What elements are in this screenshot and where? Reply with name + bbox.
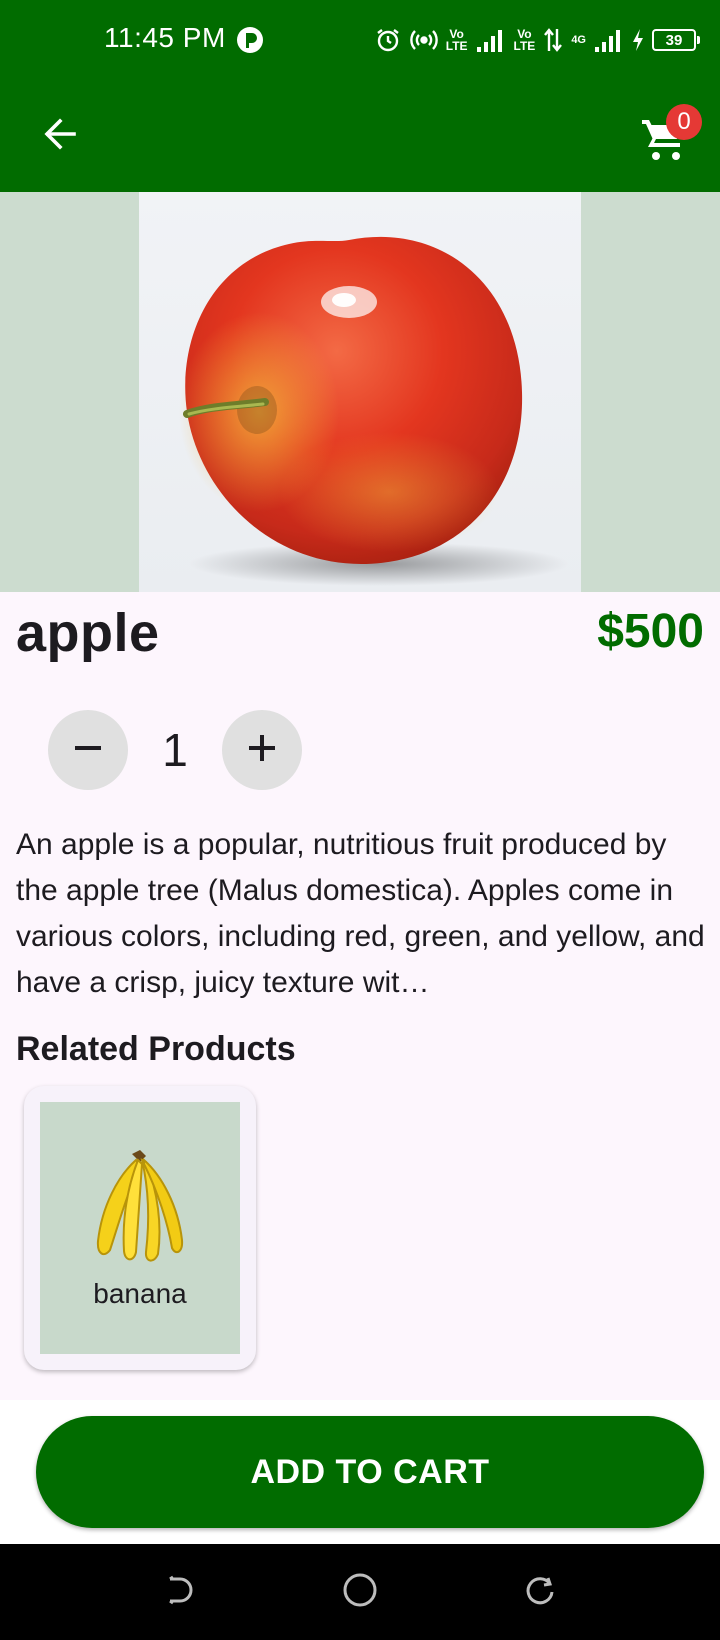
battery-indicator: 39 (652, 29, 700, 51)
volte-label-2-bottom: LTE (513, 39, 536, 53)
system-navigation-bar (0, 1544, 720, 1640)
nav-home-icon (342, 1572, 378, 1613)
nav-back-icon (164, 1574, 196, 1611)
battery-level: 39 (665, 31, 683, 49)
product-image-banner (0, 192, 720, 592)
volte-indicator-2: Vo LTE (514, 28, 536, 52)
signal-icon-2 (594, 27, 624, 53)
related-product-card[interactable]: banana (24, 1086, 256, 1370)
bottom-action-area: ADD TO CART (0, 1400, 720, 1544)
nav-back-button[interactable] (160, 1572, 200, 1612)
network-type-indicator: 4G (571, 34, 586, 46)
status-icons: Vo LTE Vo LTE 4G 39 (374, 24, 700, 56)
hotspot-icon (410, 26, 438, 54)
product-name: apple (16, 603, 160, 663)
related-product-name: banana (93, 1278, 187, 1309)
alarm-icon (374, 26, 402, 54)
product-description: An apple is a popular, nutritious fruit … (16, 828, 705, 999)
app-notification-icon (236, 26, 264, 54)
plus-icon (247, 733, 277, 768)
back-button[interactable] (34, 110, 86, 162)
volte-label-1-bottom: LTE (445, 39, 468, 53)
status-time: 11:45 PM (104, 22, 226, 53)
nav-recents-icon (524, 1574, 556, 1611)
banana-image (88, 1146, 192, 1271)
quantity-value: 1 (162, 724, 188, 776)
related-products-title: Related Products (16, 1030, 296, 1068)
status-bar: 11:45 PM Vo LTE Vo LTE 4G 39 (0, 0, 720, 80)
related-product-image-area: banana (40, 1102, 240, 1354)
signal-icon-1 (476, 27, 506, 53)
quantity-stepper: 1 (48, 710, 302, 790)
app-bar: 0 (0, 80, 720, 192)
product-price: $500 (597, 605, 704, 658)
charging-icon (632, 28, 644, 52)
minus-icon (73, 733, 103, 768)
data-transfer-icon (543, 27, 563, 53)
cart-count-badge: 0 (666, 104, 702, 140)
arrow-back-icon (42, 116, 78, 157)
increase-quantity-button[interactable] (222, 710, 302, 790)
apple-image (139, 192, 581, 592)
cart-button[interactable]: 0 (640, 104, 702, 164)
nav-home-button[interactable] (340, 1572, 380, 1612)
nav-recents-button[interactable] (520, 1572, 560, 1612)
volte-indicator-1: Vo LTE (446, 28, 468, 52)
network-type-label: 4G (571, 34, 586, 46)
add-to-cart-button[interactable]: ADD TO CART (36, 1416, 704, 1528)
decrease-quantity-button[interactable] (48, 710, 128, 790)
